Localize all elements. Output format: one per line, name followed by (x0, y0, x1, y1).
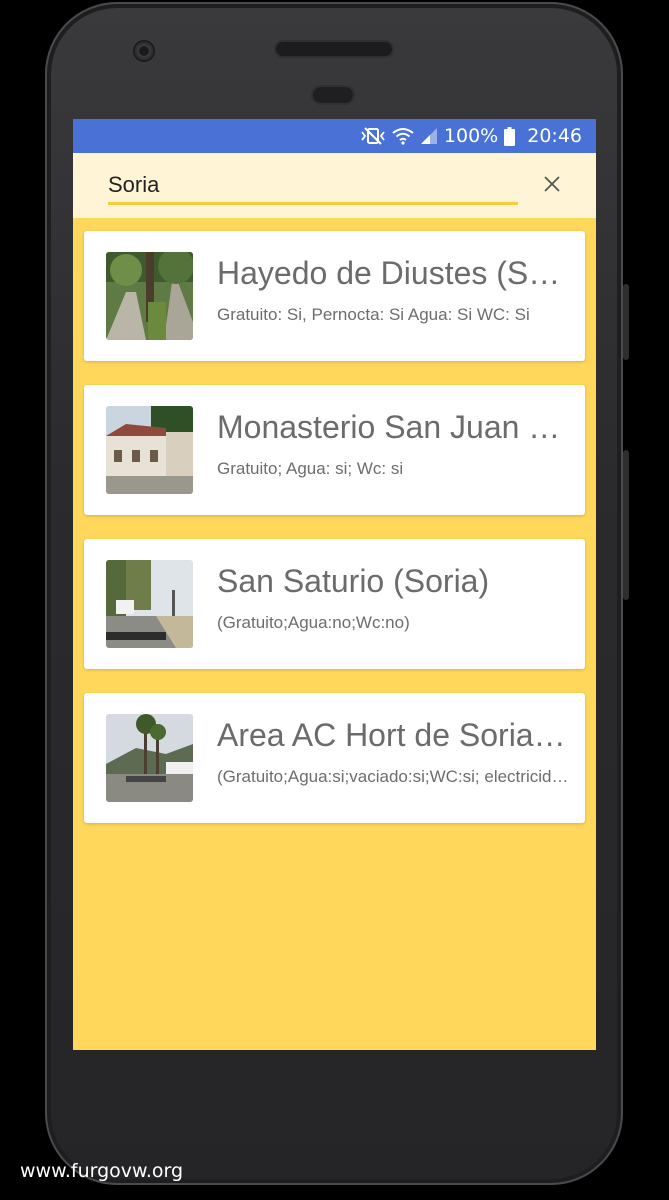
volume-button (623, 450, 629, 600)
vibrate-mute-icon (360, 127, 386, 145)
result-title: Monasterio San Juan de Duero (217, 409, 569, 445)
watermark: www.furgovw.org (20, 1160, 184, 1182)
result-thumbnail (106, 714, 193, 802)
clock: 20:46 (527, 125, 582, 147)
result-subtitle: (Gratuito;Agua:no;Wc:no) (217, 613, 410, 632)
status-bar: 100% 20:46 (73, 119, 596, 153)
result-subtitle: Gratuito: Si, Pernocta: Si Agua: Si WC: … (217, 305, 530, 324)
result-thumbnail (106, 560, 193, 648)
battery-icon (504, 126, 516, 146)
result-title: San Saturio (Soria) (217, 563, 490, 599)
result-title: Hayedo de Diustes (Soria) (217, 255, 569, 291)
wifi-icon (392, 127, 414, 145)
front-camera (133, 40, 155, 62)
earpiece-speaker (276, 42, 392, 56)
result-subtitle: Gratuito; Agua: si; Wc: si (217, 459, 404, 478)
result-title: Area AC Hort de Soriano (217, 717, 569, 753)
battery-percent: 100% (443, 125, 499, 147)
app-screen: 100% 20:46 Soria Hayedo de Diustes (Sori… (73, 119, 596, 1050)
search-input[interactable] (108, 167, 518, 205)
proximity-sensor (313, 87, 353, 103)
result-subtitle: (Gratuito;Agua:si;vaciado:si;WC:si; elec… (217, 767, 569, 786)
clear-search-button[interactable] (535, 167, 569, 201)
results-list: Hayedo de Diustes (Soria) Gratuito: Si, … (84, 231, 585, 847)
result-card[interactable]: Hayedo de Diustes (Soria) Gratuito: Si, … (84, 231, 585, 361)
result-card[interactable]: Area AC Hort de Soriano (Gratuito;Agua:s… (84, 693, 585, 823)
result-thumbnail (106, 252, 193, 340)
close-icon (544, 176, 560, 192)
result-card[interactable]: Monasterio San Juan de Duero Gratuito; A… (84, 385, 585, 515)
power-button (623, 284, 629, 360)
result-card[interactable]: San Saturio (Soria) (Gratuito;Agua:no;Wc… (84, 539, 585, 669)
search-bar (73, 153, 596, 218)
signal-icon (420, 127, 438, 145)
result-thumbnail (106, 406, 193, 494)
